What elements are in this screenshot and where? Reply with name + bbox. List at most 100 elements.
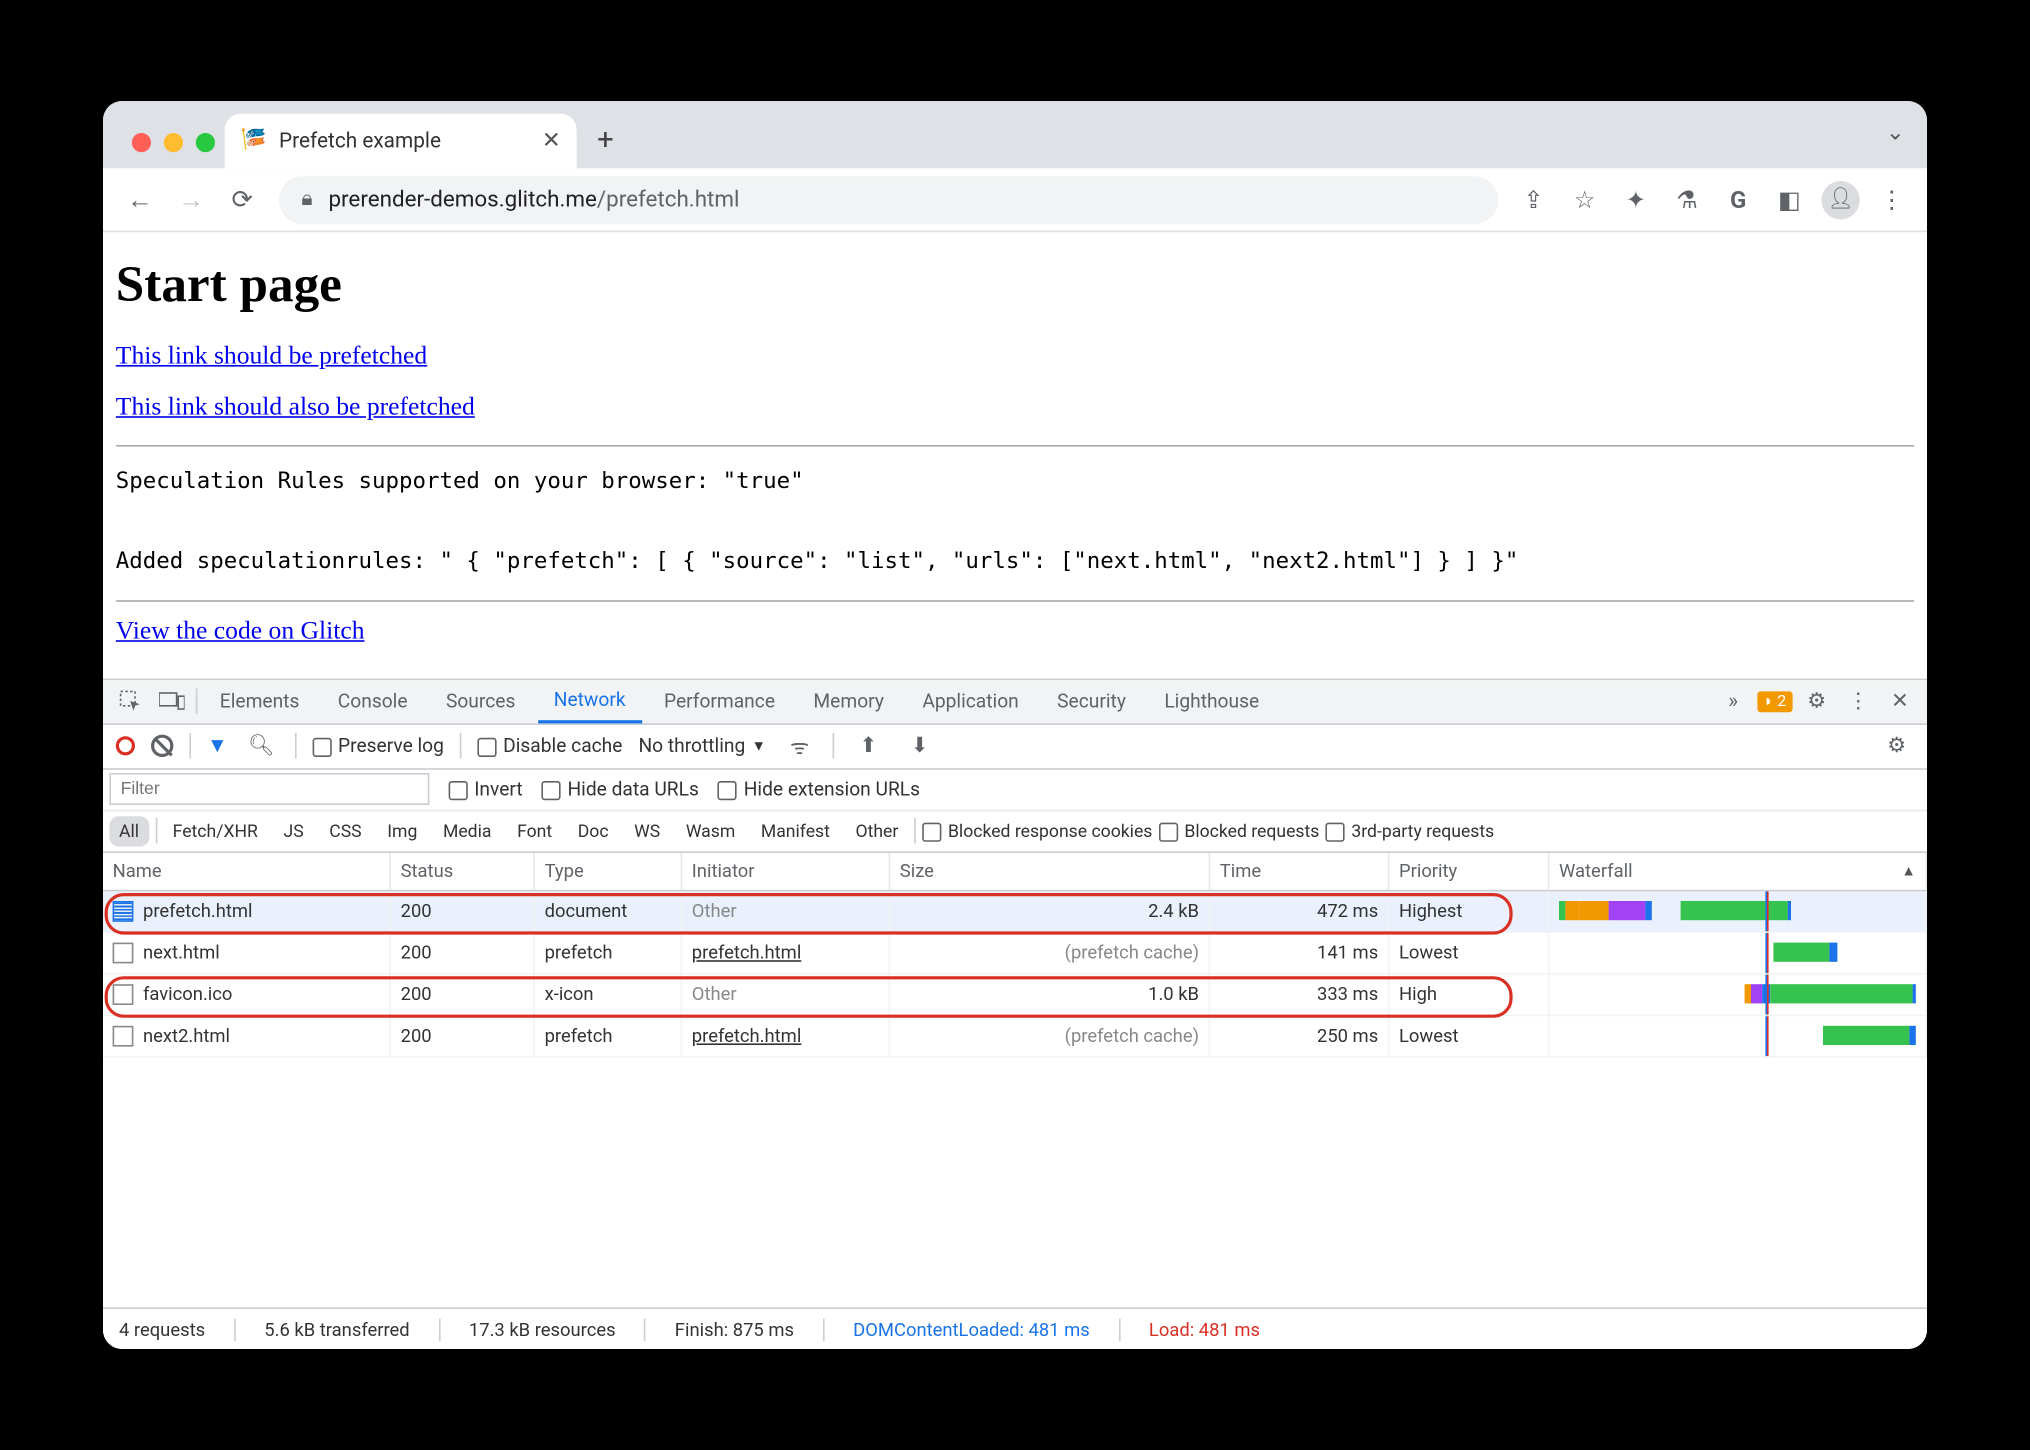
col-name[interactable]: Name — [103, 852, 391, 889]
cell-status: 200 — [391, 891, 535, 931]
google-icon[interactable]: G — [1716, 177, 1761, 222]
table-row[interactable]: prefetch.html200documentOther2.4 kB472 m… — [103, 891, 1927, 933]
reload-button[interactable]: ⟳ — [218, 175, 266, 223]
filter-toggle-icon[interactable]: ▼ — [207, 733, 228, 759]
device-icon[interactable] — [154, 684, 189, 719]
tab-security[interactable]: Security — [1041, 679, 1142, 724]
table-row[interactable]: next2.html200prefetchprefetch.html(prefe… — [103, 1016, 1927, 1058]
hide-data-urls-checkbox[interactable]: Hide data URLs — [542, 778, 699, 800]
kebab-icon[interactable]: ⋮ — [1841, 684, 1876, 719]
col-time[interactable]: Time — [1210, 852, 1389, 889]
col-status[interactable]: Status — [391, 852, 535, 889]
close-tab-icon[interactable]: ✕ — [542, 128, 561, 154]
page-heading: Start page — [116, 255, 1914, 314]
col-waterfall[interactable]: Waterfall▲ — [1549, 852, 1927, 889]
search-icon[interactable]: 🔍︎ — [244, 728, 279, 763]
maximize-window-dot[interactable] — [196, 133, 215, 152]
labs-icon[interactable]: ⚗︎ — [1665, 177, 1710, 222]
inspect-icon[interactable] — [113, 684, 148, 719]
minimize-window-dot[interactable] — [164, 133, 183, 152]
divider — [116, 600, 1914, 602]
tab-console[interactable]: Console — [322, 679, 424, 724]
disable-cache-checkbox[interactable]: Disable cache — [478, 735, 623, 757]
throttling-select[interactable]: No throttling ▼ — [638, 735, 766, 757]
forward-button[interactable]: → — [167, 175, 215, 223]
cell-priority: Highest — [1389, 891, 1549, 931]
filter-input[interactable] — [109, 773, 429, 805]
col-size[interactable]: Size — [890, 852, 1210, 889]
network-table: Name Status Type Initiator Size Time Pri… — [103, 852, 1927, 1307]
cell-size: 2.4 kB — [890, 891, 1210, 931]
type-js[interactable]: JS — [274, 816, 313, 846]
network-settings-icon[interactable]: ⚙︎ — [1879, 728, 1914, 763]
settings-icon[interactable]: ⚙︎ — [1799, 684, 1834, 719]
cell-waterfall — [1549, 891, 1927, 931]
cell-initiator[interactable]: prefetch.html — [682, 1016, 890, 1056]
tab-memory[interactable]: Memory — [797, 679, 900, 724]
record-button[interactable] — [116, 736, 135, 755]
hide-extension-urls-checkbox[interactable]: Hide extension URLs — [718, 778, 920, 800]
lock-icon: 🔒︎ — [301, 187, 312, 211]
prefetch-link-2[interactable]: This link should also be prefetched — [116, 394, 475, 423]
clear-button[interactable] — [151, 735, 173, 757]
import-har-icon[interactable]: ⬆︎ — [851, 728, 886, 763]
close-window-dot[interactable] — [132, 133, 151, 152]
type-img[interactable]: Img — [378, 816, 427, 846]
tab-elements[interactable]: Elements — [204, 679, 316, 724]
type-css[interactable]: CSS — [320, 816, 372, 846]
table-row[interactable]: next.html200prefetchprefetch.html(prefet… — [103, 932, 1927, 974]
warnings-badge[interactable]: ◗ 2 — [1757, 691, 1792, 712]
preserve-log-checkbox[interactable]: Preserve log — [312, 735, 444, 757]
type-ws[interactable]: WS — [625, 816, 670, 846]
type-wasm[interactable]: Wasm — [676, 816, 745, 846]
cell-initiator: Other — [682, 891, 890, 931]
back-button[interactable]: ← — [116, 175, 164, 223]
export-har-icon[interactable]: ⬇︎ — [902, 728, 937, 763]
type-other[interactable]: Other — [846, 816, 908, 846]
table-row[interactable]: favicon.ico200x-iconOther1.0 kB333 msHig… — [103, 974, 1927, 1016]
cell-type: document — [535, 891, 682, 931]
close-devtools-icon[interactable]: ✕ — [1882, 684, 1917, 719]
browser-tab[interactable]: 🎏 Prefetch example ✕ — [225, 114, 577, 168]
new-tab-button[interactable]: + — [583, 117, 628, 162]
profile-avatar[interactable]: 👤︎ — [1818, 177, 1863, 222]
bookmark-icon[interactable]: ☆ — [1562, 177, 1607, 222]
type-font[interactable]: Font — [507, 816, 561, 846]
third-party-requests-checkbox[interactable]: 3rd-party requests — [1326, 820, 1495, 841]
cell-priority: Lowest — [1389, 932, 1549, 972]
prefetch-link-1[interactable]: This link should be prefetched — [116, 343, 427, 372]
type-doc[interactable]: Doc — [568, 816, 618, 846]
address-toolbar: ← → ⟳ 🔒︎ prerender-demos.glitch.me/prefe… — [103, 168, 1927, 232]
share-icon[interactable]: ⇪ — [1511, 177, 1556, 222]
cell-waterfall — [1549, 974, 1927, 1014]
glitch-link[interactable]: View the code on Glitch — [116, 617, 365, 646]
blocked-requests-checkbox[interactable]: Blocked requests — [1159, 820, 1320, 841]
type-manifest[interactable]: Manifest — [751, 816, 839, 846]
blocked-response-cookies-checkbox[interactable]: Blocked response cookies — [922, 820, 1152, 841]
address-bar[interactable]: 🔒︎ prerender-demos.glitch.me/prefetch.ht… — [279, 175, 1498, 223]
col-priority[interactable]: Priority — [1389, 852, 1549, 889]
tab-sources[interactable]: Sources — [430, 679, 531, 724]
cell-initiator[interactable]: prefetch.html — [682, 932, 890, 972]
more-tabs-icon[interactable]: » — [1716, 684, 1751, 719]
window-controls — [122, 133, 224, 168]
cell-name: next2.html — [143, 1024, 230, 1046]
tab-application[interactable]: Application — [906, 679, 1034, 724]
cell-initiator: Other — [682, 974, 890, 1014]
col-initiator[interactable]: Initiator — [682, 852, 890, 889]
col-type[interactable]: Type — [535, 852, 682, 889]
invert-checkbox[interactable]: Invert — [449, 778, 523, 800]
tabs-menu-chevron-icon[interactable]: ⌄ — [1886, 120, 1905, 146]
tab-lighthouse[interactable]: Lighthouse — [1148, 679, 1275, 724]
type-fetchxhr[interactable]: Fetch/XHR — [163, 816, 267, 846]
network-conditions-icon[interactable]: ᯤ — [782, 728, 817, 763]
menu-icon[interactable]: ⋮ — [1869, 177, 1914, 222]
file-type-icon — [113, 984, 134, 1005]
type-all[interactable]: All — [109, 816, 148, 846]
type-media[interactable]: Media — [433, 816, 501, 846]
tab-network[interactable]: Network — [538, 679, 642, 724]
tab-performance[interactable]: Performance — [648, 679, 791, 724]
status-load: Load: 481 ms — [1149, 1318, 1260, 1340]
extensions-icon[interactable]: ✦ — [1613, 177, 1658, 222]
panel-icon[interactable]: ◧ — [1767, 177, 1812, 222]
